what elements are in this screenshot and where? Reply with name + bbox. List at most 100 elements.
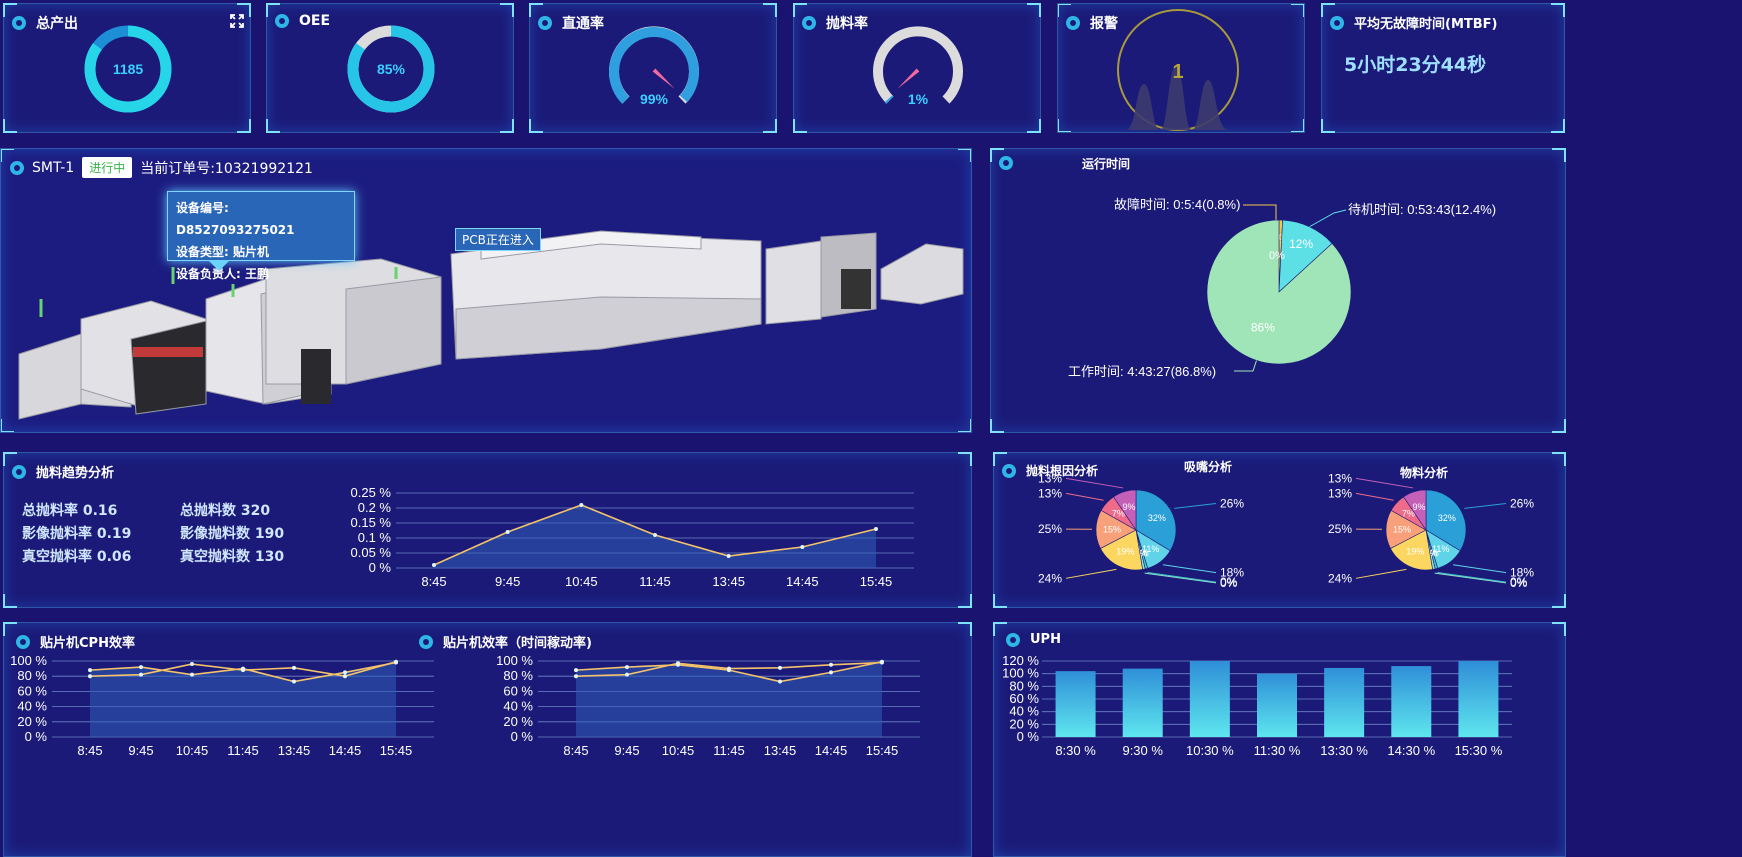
y-tick-label: 40 % xyxy=(503,699,533,714)
x-tick-label: 14:45 xyxy=(329,743,362,758)
data-point xyxy=(292,665,296,670)
card-icon xyxy=(802,16,816,30)
card-icon xyxy=(12,464,26,479)
efficiency-panel: 贴片机CPH效率 贴片机效率（时间稼动率) 0 % 20 % 40 % 60 % 80 … xyxy=(3,622,972,857)
y-tick-label: 0 % xyxy=(369,560,392,575)
card-icon xyxy=(275,14,289,28)
data-point xyxy=(625,672,629,677)
stat-label: 总抛料数 xyxy=(180,503,236,519)
slice-outer-label: 13% xyxy=(1328,473,1352,485)
slice-percent-label: 86% xyxy=(1251,321,1275,335)
x-tick-label: 10:45 xyxy=(662,743,695,758)
leader-line xyxy=(1065,568,1117,579)
uph-bar xyxy=(1122,668,1163,737)
slice-outer-label: 13% xyxy=(1038,473,1062,485)
extra-pct-label: 0% xyxy=(1269,250,1285,262)
cph-line-chart: 0 %20 %40 %60 %80 %100 % 8:45 9:45 10:45 11:… xyxy=(10,653,434,758)
uph-bar xyxy=(1055,671,1096,737)
kpi-title: 直通率 xyxy=(562,16,604,32)
data-point xyxy=(241,668,245,673)
x-tick-label: 9:45 xyxy=(128,743,153,758)
slice-outer-label: 26% xyxy=(1220,497,1244,511)
device-tooltip: 设备编号: D8527093275021 设备类型: 贴片机 设备负责人: 王鹏 xyxy=(167,191,355,281)
x-tick-label: 9:45 xyxy=(495,574,520,589)
data-point xyxy=(579,503,584,507)
data-point xyxy=(676,661,680,666)
stat-label: 真空抛料率 xyxy=(22,549,92,565)
stat-label: 真空抛料数 xyxy=(180,549,250,565)
x-tick-label: 8:45 xyxy=(421,574,446,589)
output-ring: 1185 xyxy=(84,25,172,113)
y-tick-label: 0.2 % xyxy=(358,500,392,515)
data-point xyxy=(292,679,296,684)
y-tick-label: 60 % xyxy=(17,683,47,698)
smt-line-image[interactable] xyxy=(1,149,972,433)
kpi-title: 抛料率 xyxy=(826,16,868,32)
production-line-panel: SMT-1 进行中 当前订单号:10321992121 设备编号: D85270… xyxy=(0,148,972,433)
x-tick-label: 11:30 % xyxy=(1254,743,1301,758)
x-tick-label: 9:45 xyxy=(614,743,639,758)
kpi-title: 总产出 xyxy=(36,16,78,32)
x-tick-label: 13:45 xyxy=(278,743,311,758)
runtime-panel: 运行时间 故障时间: 0:5:4(0.8%) 待机时间: 0:53:43(12.… xyxy=(990,148,1566,433)
y-tick-label: 120 % xyxy=(1002,653,1039,668)
uph-panel: UPH 0 % 20 % 40 % 60 % 80 % 100 % 120 % 8:30 % 9… xyxy=(993,622,1566,857)
mtbf-value: 5小时23分44秒 xyxy=(1344,54,1487,76)
leader-line xyxy=(1355,477,1414,489)
slice-inner-label: 32% xyxy=(1438,513,1456,523)
alarm-wave-gauge: 1 xyxy=(1117,9,1239,131)
stat-value: 130 xyxy=(254,549,285,565)
card-icon xyxy=(12,16,26,30)
device-type: 设备类型: 贴片机 xyxy=(176,245,269,259)
x-tick-label: 13:45 xyxy=(712,574,745,589)
oee-value: 85% xyxy=(377,61,406,77)
y-tick-label: 20 % xyxy=(17,714,47,729)
area-fill xyxy=(576,661,882,737)
card-icon xyxy=(1066,16,1080,30)
y-tick-label: 0 % xyxy=(25,729,48,744)
leader-line xyxy=(1174,503,1217,509)
expand-icon[interactable] xyxy=(230,14,244,28)
idle-time-label: 待机时间: 0:53:43(12.4%) xyxy=(1348,202,1496,217)
slice-outer-label: 26% xyxy=(1510,497,1534,511)
oee-ring: 85% xyxy=(347,25,435,113)
stat-value: 320 xyxy=(240,503,271,519)
x-tick-label: 11:45 xyxy=(227,743,259,758)
uph-bar-chart: 0 %20 %40 %60 %80 %100 %120 %8:30 % 9:30 … xyxy=(1002,653,1512,758)
card-icon xyxy=(538,16,552,30)
slice-outer-label: 13% xyxy=(1038,486,1062,500)
throw-value: 1% xyxy=(908,91,929,107)
data-point xyxy=(505,530,510,534)
leader-line xyxy=(1464,503,1507,509)
fault-time-label: 故障时间: 0:5:4(0.8%) xyxy=(1114,197,1240,212)
slice-outer-label: 0% xyxy=(1220,576,1238,590)
x-tick-label: 11:45 xyxy=(713,743,745,758)
card-icon xyxy=(1330,15,1344,30)
data-point xyxy=(574,668,578,673)
throw-gauge: 1% xyxy=(873,26,963,107)
card-icon xyxy=(419,634,433,649)
throw-trend-panel: 抛料趋势分析 总抛料率 0.16 总抛料数 320 影像抛料率 0.19 影像抛… xyxy=(3,452,972,608)
y-tick-label: 20 % xyxy=(503,714,533,729)
leader-line xyxy=(1434,572,1507,584)
kpi-fpy-card: 直通率 99% xyxy=(529,3,777,133)
leader-line xyxy=(1144,572,1217,584)
y-tick-label: 40 % xyxy=(17,699,47,714)
slice-outer-label: 24% xyxy=(1038,571,1062,585)
data-point xyxy=(394,659,398,664)
x-tick-label: 8:45 xyxy=(77,743,102,758)
card-icon xyxy=(16,634,30,649)
stat-value: 0.19 xyxy=(96,526,132,542)
x-tick-label: 14:30 % xyxy=(1387,743,1435,758)
x-tick-label: 14:45 xyxy=(815,743,848,758)
nozzle-pie-chart: 32%26%11%18%0%0%0%0%19%24%15%25%7%13%9%1… xyxy=(1038,473,1244,590)
cph-title: 贴片机CPH效率 xyxy=(40,636,135,651)
device-owner: 设备负责人: 王鹏 xyxy=(176,267,269,281)
throw-trend-chart: 0 %0.05 %0.1 %0.15 %0.2 %0.25 % 8:45 9:45 1… xyxy=(351,485,914,589)
y-tick-label: 80 % xyxy=(17,668,47,683)
y-tick-label: 60 % xyxy=(503,683,533,698)
stat-label: 总抛料率 xyxy=(22,503,78,519)
y-tick-label: 100 % xyxy=(496,653,533,668)
fpy-gauge: 99% xyxy=(609,26,699,107)
data-point xyxy=(574,674,578,679)
